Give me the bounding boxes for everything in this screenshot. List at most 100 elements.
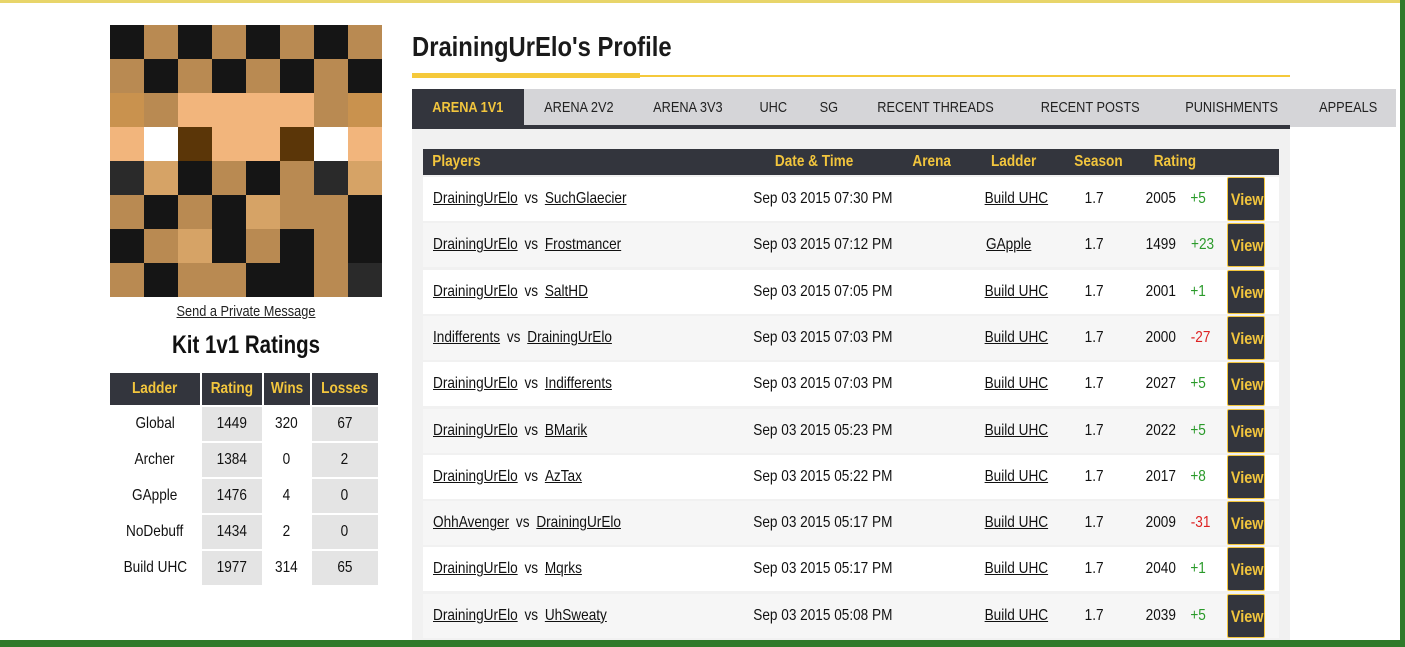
header-season: Season — [1074, 153, 1123, 170]
match-rating: 2039 — [1145, 606, 1176, 624]
matches-header: Players Date & Time Arena Ladder Season … — [423, 149, 1279, 175]
tab-punishments[interactable]: PUNISHMENTS — [1162, 89, 1300, 127]
view-match-button[interactable]: View — [1227, 362, 1265, 407]
kit-row: NoDebuff 1434 2 0 — [110, 515, 378, 549]
kit-ladder: Global — [135, 415, 175, 432]
kit-losses: 0 — [311, 515, 378, 549]
match-players: DrainingUrElo vs Frostmancer — [433, 223, 654, 267]
match-datetime: Sep 03 2015 05:17 PM — [753, 560, 893, 578]
match-season: 1.7 — [1084, 560, 1104, 578]
match-rating: 2001 — [1145, 282, 1176, 300]
match-season: 1.7 — [1084, 606, 1104, 624]
rating-change: -27 — [1190, 328, 1211, 346]
view-match-button[interactable]: View — [1227, 547, 1265, 592]
header-rating: Rating — [1153, 153, 1197, 170]
player-one-link[interactable]: DrainingUrElo — [433, 375, 518, 392]
match-ladder-link[interactable]: Build UHC — [979, 270, 1048, 314]
player-two-link[interactable]: UhSweaty — [545, 607, 607, 624]
player-two-link[interactable]: AzTax — [545, 468, 582, 485]
header-arena: Arena — [912, 153, 951, 170]
match-datetime: Sep 03 2015 05:22 PM — [753, 467, 893, 485]
header-ladder: Ladder — [991, 153, 1037, 170]
tab-arena-1v1[interactable]: ARENA 1V1 — [412, 89, 524, 127]
header-players: Players — [432, 153, 481, 170]
match-rating: 2000 — [1145, 328, 1176, 346]
match-row: DrainingUrElo vs SuchGlaecier Sep 03 2015 0… — [423, 177, 1279, 221]
match-players: DrainingUrElo vs SuchGlaecier — [433, 177, 661, 221]
match-rating: 2040 — [1145, 560, 1176, 578]
kit-wins: 320 — [275, 415, 299, 432]
player-one-link[interactable]: OhhAvenger — [433, 514, 509, 531]
player-two-link[interactable]: SuchGlaecier — [545, 190, 627, 207]
player-two-link[interactable]: DrainingUrElo — [527, 329, 612, 346]
tab-arena-3v3[interactable]: ARENA 3V3 — [633, 89, 744, 127]
player-one-link[interactable]: Indifferents — [433, 329, 500, 346]
rating-change: +5 — [1190, 375, 1206, 393]
match-season: 1.7 — [1084, 421, 1104, 439]
page-title: DrainingUrElo's Profile — [412, 31, 672, 62]
player-one-link[interactable]: DrainingUrElo — [433, 236, 518, 253]
match-row: DrainingUrElo vs BMarik Sep 03 2015 05:23 P… — [423, 408, 1279, 453]
match-players: DrainingUrElo vs Mqrks — [433, 547, 608, 591]
match-datetime: Sep 03 2015 07:03 PM — [753, 375, 893, 393]
vs-label: vs — [524, 560, 539, 578]
match-ladder-link[interactable]: Build UHC — [979, 409, 1048, 453]
match-datetime: Sep 03 2015 05:17 PM — [753, 514, 893, 532]
kit-losses: 2 — [311, 443, 378, 477]
player-two-link[interactable]: Indifferents — [545, 375, 612, 392]
player-two-link[interactable]: SaltHD — [545, 283, 588, 300]
view-match-button[interactable]: View — [1227, 408, 1265, 453]
match-players: DrainingUrElo vs Indifferents — [433, 362, 643, 406]
match-datetime: Sep 03 2015 07:12 PM — [753, 236, 893, 254]
view-match-button[interactable]: View — [1227, 223, 1265, 268]
player-two-link[interactable]: BMarik — [545, 422, 587, 439]
view-match-button[interactable]: View — [1227, 454, 1265, 499]
match-ladder-link[interactable]: Build UHC — [979, 316, 1048, 360]
kit-rating: 1434 — [201, 515, 262, 549]
kit-wins: 0 — [282, 451, 291, 468]
match-ladder-link[interactable]: Build UHC — [979, 455, 1048, 499]
view-match-button[interactable]: View — [1227, 501, 1265, 546]
view-match-button[interactable]: View — [1227, 315, 1265, 360]
match-ladder-link[interactable]: Build UHC — [979, 547, 1048, 591]
view-match-button[interactable]: View — [1227, 269, 1265, 314]
profile-tabs: ARENA 1V1 ARENA 2V2 ARENA 3V3 UHC SG REC… — [412, 89, 1397, 127]
tab-uhc[interactable]: UHC — [743, 89, 804, 127]
match-ladder-link[interactable]: Build UHC — [979, 501, 1048, 545]
kit-row: GApple 1476 4 0 — [110, 479, 378, 513]
tab-sg[interactable]: SG — [803, 89, 854, 127]
player-one-link[interactable]: DrainingUrElo — [433, 468, 518, 485]
player-two-link[interactable]: Mqrks — [545, 560, 582, 577]
tab-recent-threads[interactable]: RECENT THREADS — [853, 89, 1019, 127]
player-one-link[interactable]: DrainingUrElo — [433, 190, 518, 207]
kit-header-ladder: Ladder — [110, 373, 200, 405]
match-rating: 2022 — [1145, 421, 1176, 439]
match-rating: 2005 — [1145, 190, 1176, 207]
send-private-message-link[interactable]: Send a Private Message — [130, 303, 361, 320]
match-ladder-link[interactable]: Build UHC — [979, 177, 1048, 221]
kit-losses: 67 — [311, 407, 378, 441]
match-ladder-link[interactable]: Build UHC — [979, 594, 1048, 638]
kit-header-losses: Losses — [311, 373, 378, 405]
player-one-link[interactable]: DrainingUrElo — [433, 283, 518, 300]
vs-label: vs — [524, 236, 539, 254]
tab-appeals[interactable]: APPEALS — [1299, 89, 1397, 127]
match-ladder-link[interactable]: Build UHC — [979, 362, 1048, 406]
player-one-link[interactable]: DrainingUrElo — [433, 607, 518, 624]
player-avatar — [110, 25, 382, 297]
match-ladder-link[interactable]: GApple — [979, 223, 1039, 267]
match-row: DrainingUrElo vs AzTax Sep 03 2015 05:22 PM… — [423, 454, 1279, 499]
player-two-link[interactable]: DrainingUrElo — [536, 514, 621, 531]
match-row: DrainingUrElo vs Indifferents Sep 03 2015 0… — [423, 362, 1279, 407]
match-datetime: Sep 03 2015 05:23 PM — [753, 421, 893, 439]
vs-label: vs — [524, 467, 539, 485]
tab-recent-posts[interactable]: RECENT POSTS — [1018, 89, 1163, 127]
view-match-button[interactable]: View — [1227, 177, 1265, 221]
rating-change: +1 — [1190, 282, 1206, 300]
tab-arena-2v2[interactable]: ARENA 2V2 — [523, 89, 634, 127]
player-one-link[interactable]: DrainingUrElo — [433, 560, 518, 577]
match-row: DrainingUrElo vs SaltHD Sep 03 2015 07:05 P… — [423, 269, 1279, 314]
view-match-button[interactable]: View — [1227, 593, 1265, 638]
player-two-link[interactable]: Frostmancer — [545, 236, 621, 253]
player-one-link[interactable]: DrainingUrElo — [433, 422, 518, 439]
